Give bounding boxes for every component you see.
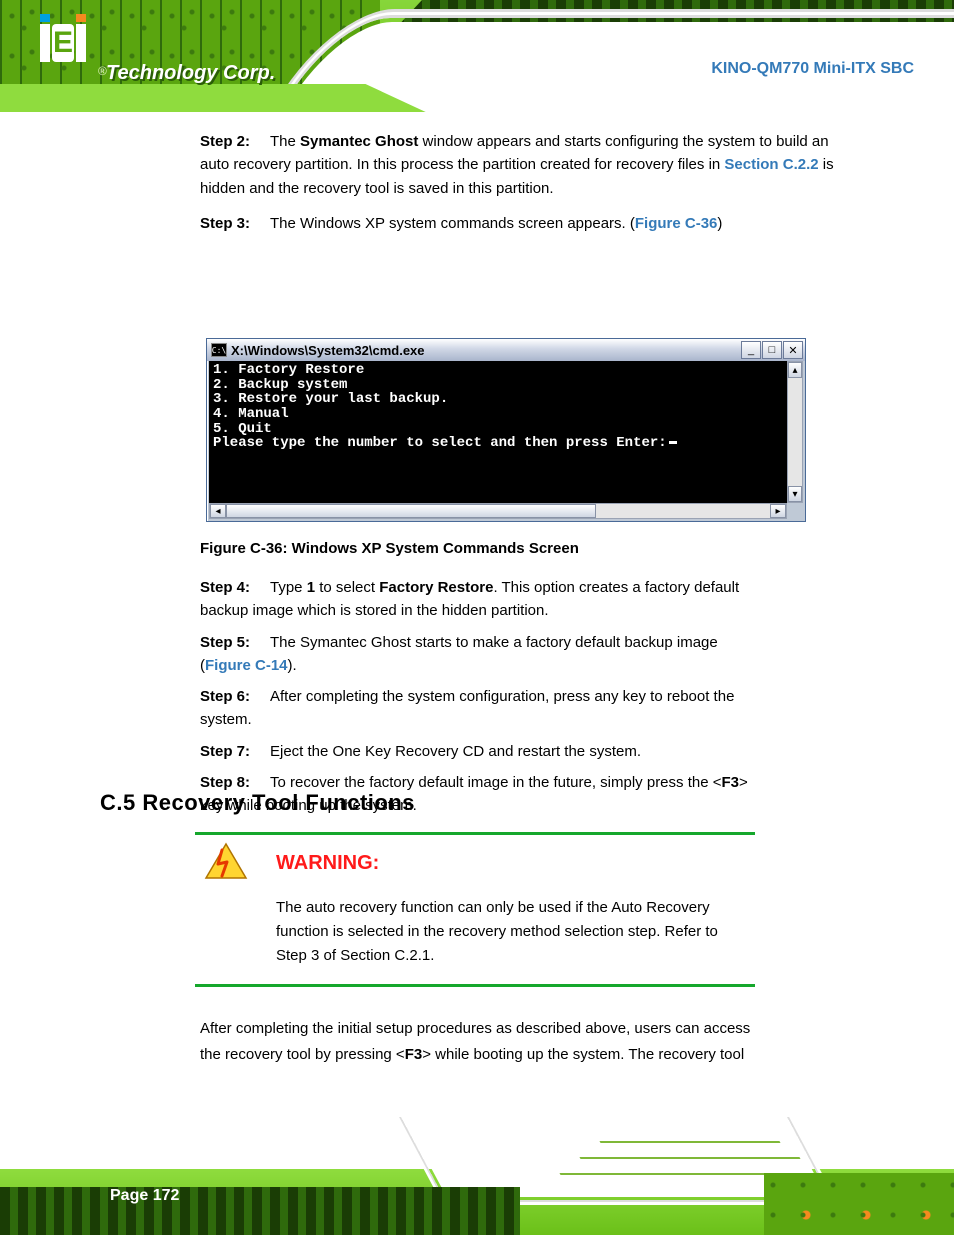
footer-circuit-art-left (0, 1187, 520, 1235)
step: Step 6:After completing the system confi… (200, 685, 770, 732)
content-area: Step 2:The Symantec Ghost window appears… (0, 130, 954, 247)
cmd-line: 2. Backup system (213, 378, 799, 393)
bold-text: Factory Restore (379, 579, 493, 596)
hscroll-thumb[interactable] (226, 504, 596, 518)
step: Step 7:Eject the One Key Recovery CD and… (200, 740, 770, 763)
step-label: Step 6: (200, 685, 270, 708)
warning-title: WARNING: (276, 852, 379, 875)
horizontal-scrollbar[interactable]: ◂ ▸ (209, 503, 787, 519)
text: Eject the One Key Recovery CD and restar… (270, 743, 641, 760)
step-label: Step 2: (200, 130, 270, 153)
hscroll-track[interactable] (226, 504, 770, 518)
section-heading: C.5 Recovery Tool Functions (100, 790, 415, 816)
bold-text: Symantec Ghost (300, 133, 418, 150)
logo-letter-i (40, 24, 50, 62)
warning-icon (204, 842, 248, 880)
minimize-button[interactable]: _ (741, 341, 761, 359)
steps-block-2: Step 4:Type 1 to select Factory Restore.… (200, 576, 770, 825)
step-label: Step 7: (200, 740, 270, 763)
text: To recover the factory default image in … (270, 774, 721, 791)
cmd-window: C:\ X:\Windows\System32\cmd.exe _ □ ✕ 1.… (206, 338, 806, 522)
hotkey-f3: F3 (405, 1046, 423, 1063)
brand-logo (40, 24, 86, 62)
page-header: ® Technology Corp. (0, 0, 954, 112)
scroll-right-arrow[interactable]: ▸ (770, 504, 786, 518)
step: Step 4:Type 1 to select Factory Restore.… (200, 576, 770, 623)
cmd-line: 5. Quit (213, 422, 799, 437)
footer-circuit-art-right (764, 1173, 954, 1235)
scroll-down-arrow[interactable]: ▾ (788, 486, 802, 502)
figure-caption: Figure C-36: Windows XP System Commands … (200, 540, 579, 557)
cmd-titlebar: C:\ X:\Windows\System32\cmd.exe _ □ ✕ (207, 339, 805, 361)
text: to select (315, 579, 379, 596)
vertical-scrollbar[interactable]: ▴ ▾ (787, 361, 803, 503)
step: Step 5:The Symantec Ghost starts to make… (200, 631, 770, 678)
cmd-line: Please type the number to select and the… (213, 436, 799, 451)
closing-paragraph: After completing the initial setup proce… (200, 1016, 760, 1067)
page-footer: Page 172 (0, 1117, 954, 1235)
cmd-line: 3. Restore your last backup. (213, 392, 799, 407)
logo-letter-e (52, 24, 74, 62)
brand-tagline: Technology Corp. (106, 62, 275, 85)
cmd-app-icon: C:\ (211, 343, 227, 357)
text: Type (270, 579, 307, 596)
close-button[interactable]: ✕ (783, 341, 803, 359)
page-number: Page 172 (110, 1187, 179, 1205)
text: ). (288, 657, 297, 674)
cmd-line: 4. Manual (213, 407, 799, 422)
document-title: KINO-QM770 Mini-ITX SBC (711, 60, 914, 78)
step: Step 3:The Windows XP system commands sc… (200, 212, 854, 235)
step-label: Step 3: (200, 212, 270, 235)
cmd-line: 1. Factory Restore (213, 363, 799, 378)
callout-rule-top (195, 832, 755, 835)
text: The (270, 133, 300, 150)
cross-reference: Figure C-36 (635, 215, 718, 232)
header-lower-green (0, 84, 430, 112)
cross-reference: Figure C-14 (205, 657, 288, 674)
text-cursor (669, 441, 677, 444)
logo-letter-i2 (76, 24, 86, 62)
bold-text: 1 (307, 579, 315, 596)
step-label: Step 4: (200, 576, 270, 599)
bold-text: F3 (721, 774, 739, 791)
cmd-title-text: X:\Windows\System32\cmd.exe (231, 343, 741, 358)
callout-rule-bottom (195, 984, 755, 987)
maximize-button[interactable]: □ (762, 341, 782, 359)
text: After completing the system configuratio… (200, 688, 734, 728)
text: The Windows XP system commands screen ap… (270, 215, 635, 232)
text: ) (717, 215, 722, 232)
scroll-left-arrow[interactable]: ◂ (210, 504, 226, 518)
cross-reference: Section C.2.2 (724, 156, 818, 173)
warning-body: The auto recovery function can only be u… (276, 896, 746, 968)
step-label: Step 5: (200, 631, 270, 654)
scroll-up-arrow[interactable]: ▴ (788, 362, 802, 378)
step: Step 2:The Symantec Ghost window appears… (200, 130, 854, 200)
cmd-client-area: 1. Factory Restore2. Backup system3. Res… (209, 361, 803, 503)
